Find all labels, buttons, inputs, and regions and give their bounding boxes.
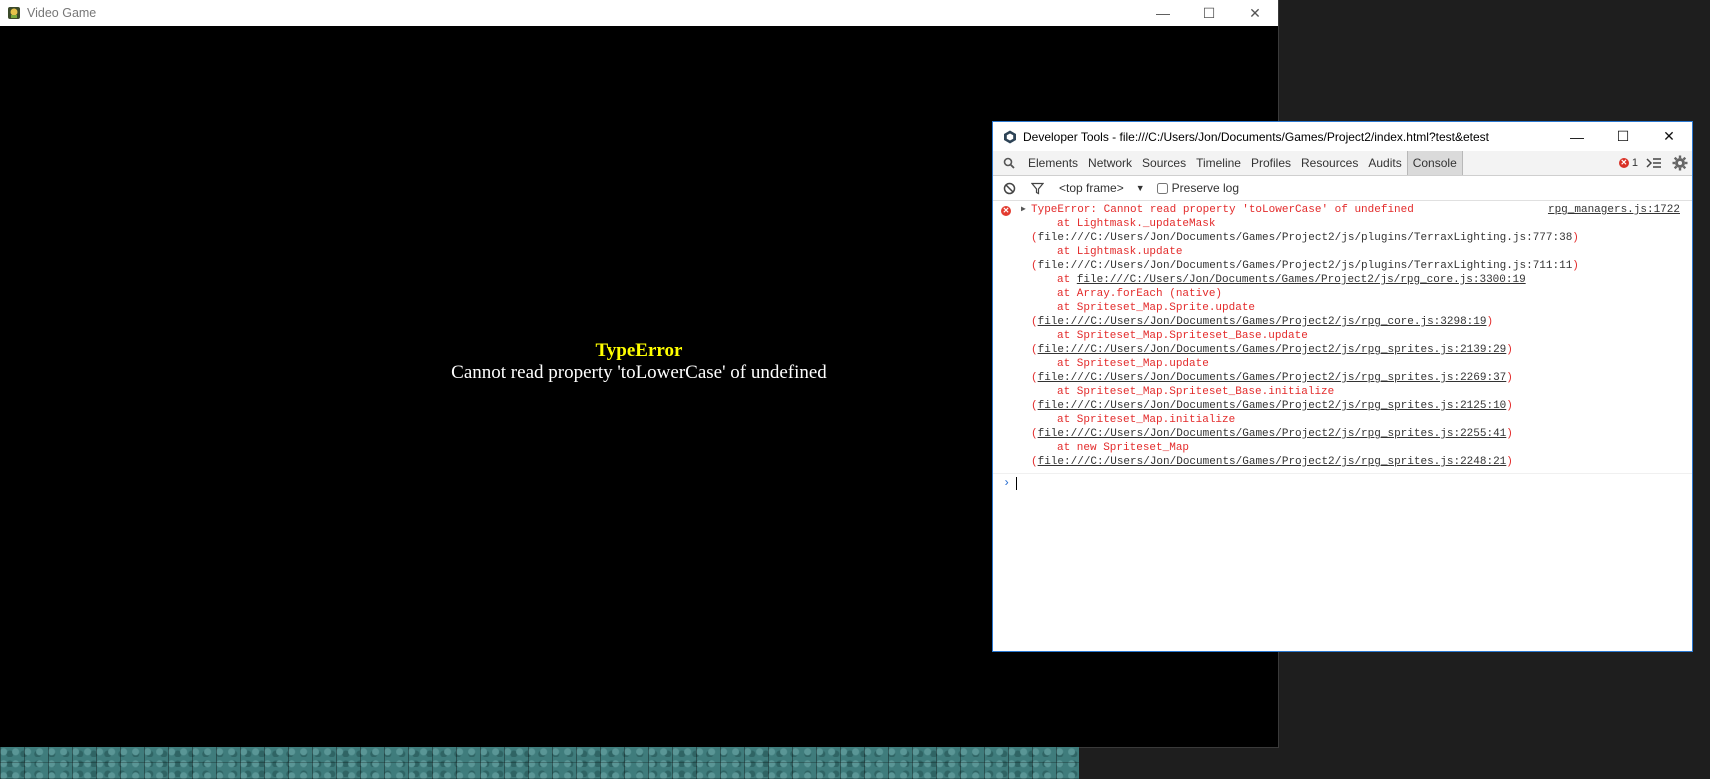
stack-frame-call: at Spriteset_Map.update	[1057, 358, 1209, 370]
devtools-window: Developer Tools - file:///C:/Users/Jon/D…	[992, 121, 1693, 652]
error-count-badge[interactable]: ✕ 1	[1618, 157, 1638, 169]
gear-icon[interactable]	[1672, 155, 1688, 171]
console-output[interactable]: ✕ ▶ TypeError: Cannot read property 'toL…	[993, 201, 1692, 490]
preserve-log-option[interactable]: Preserve log	[1156, 181, 1240, 195]
tab-profiles[interactable]: Profiles	[1246, 151, 1296, 175]
console-drawer-icon[interactable]	[1646, 157, 1662, 169]
stack-frame-call: at	[1057, 274, 1077, 286]
devtools-maximize-button[interactable]: ☐	[1600, 122, 1646, 151]
stack-frame: at Lightmask._updateMask	[1031, 217, 1680, 231]
error-icon: ✕	[1618, 158, 1629, 168]
devtools-title: Developer Tools - file:///C:/Users/Jon/D…	[1023, 129, 1489, 144]
stack-frame: at Spriteset_Map.initialize	[1031, 413, 1680, 427]
stack-frame: at Array.forEach (native)	[1031, 287, 1680, 301]
devtools-minimize-button[interactable]: —	[1554, 122, 1600, 151]
tab-network[interactable]: Network	[1083, 151, 1137, 175]
game-app-icon	[7, 6, 21, 20]
tab-timeline[interactable]: Timeline	[1191, 151, 1246, 175]
tab-audits[interactable]: Audits	[1363, 151, 1406, 175]
stack-frame-call: at Array.forEach (native)	[1057, 288, 1223, 300]
search-icon[interactable]	[1001, 157, 1017, 169]
stack-frame: at file:///C:/Users/Jon/Documents/Games/…	[1031, 273, 1680, 287]
stack-trace: at Lightmask._updateMask (file:///C:/User…	[1031, 217, 1680, 469]
stack-frame-path[interactable]: file:///C:/Users/Jon/Documents/Games/Pro…	[1038, 316, 1487, 328]
console-error-message[interactable]: ✕ ▶ TypeError: Cannot read property 'toL…	[993, 201, 1692, 474]
chevron-down-icon[interactable]: ▼	[1136, 183, 1145, 193]
close-button[interactable]: ✕	[1232, 0, 1278, 26]
stack-frame-location: (file:///C:/Users/Jon/Documents/Games/Pr…	[1031, 428, 1513, 440]
stack-frame-path: file:///C:/Users/Jon/Documents/Games/Pro…	[1037, 232, 1573, 244]
devtools-close-button[interactable]: ✕	[1646, 122, 1692, 151]
stack-frame-path[interactable]: file:///C:/Users/Jon/Documents/Games/Pro…	[1038, 400, 1507, 412]
stack-frame-call: at Lightmask.update	[1057, 246, 1183, 258]
stack-frame-location: (file:///C:/Users/Jon/Documents/Games/Pr…	[1031, 344, 1513, 356]
clear-console-icon[interactable]	[1001, 182, 1017, 195]
stack-frame-path: file:///C:/Users/Jon/Documents/Games/Pro…	[1037, 260, 1573, 272]
tab-elements[interactable]: Elements	[1023, 151, 1083, 175]
background-tiles	[0, 747, 1079, 779]
stack-frame-location: (file:///C:/Users/Jon/Documents/Games/Pr…	[1031, 232, 1579, 244]
error-source-link[interactable]: rpg_managers.js:1722	[1548, 203, 1680, 217]
tab-sources[interactable]: Sources	[1137, 151, 1191, 175]
error-icon: ✕	[1001, 206, 1011, 216]
stack-frame-call: at Spriteset_Map.Sprite.update	[1057, 302, 1256, 314]
stack-frame-call: at Spriteset_Map.Spriteset_Base.initiali…	[1057, 386, 1335, 398]
devtools-app-icon	[1003, 130, 1017, 144]
text-caret	[1016, 476, 1018, 490]
devtools-tabbar: Elements Network Sources Timeline Profil…	[993, 151, 1692, 176]
error-head: TypeError: Cannot read property 'toLower…	[1031, 204, 1414, 216]
stack-frame-call: at Lightmask._updateMask	[1057, 218, 1216, 230]
frame-selector[interactable]: <top frame>	[1059, 181, 1124, 195]
prompt-chevron-icon: ›	[1003, 476, 1011, 490]
game-titlebar[interactable]: Video Game — ☐ ✕	[0, 0, 1278, 26]
stack-frame-location: (file:///C:/Users/Jon/Documents/Games/Pr…	[1031, 400, 1513, 412]
stack-frame: at Spriteset_Map.Spriteset_Base.initiali…	[1031, 385, 1680, 399]
devtools-titlebar[interactable]: Developer Tools - file:///C:/Users/Jon/D…	[993, 122, 1692, 151]
console-toolbar: <top frame> ▼ Preserve log	[993, 176, 1692, 201]
stack-frame-call: at Spriteset_Map.Spriteset_Base.update	[1057, 330, 1308, 342]
stack-frame-path[interactable]: file:///C:/Users/Jon/Documents/Games/Pro…	[1038, 456, 1507, 468]
stack-frame-path[interactable]: file:///C:/Users/Jon/Documents/Games/Pro…	[1038, 428, 1507, 440]
stack-frame: at new Spriteset_Map	[1031, 441, 1680, 455]
stack-frame: at Spriteset_Map.Spriteset_Base.update	[1031, 329, 1680, 343]
console-prompt[interactable]: ›	[993, 474, 1692, 490]
game-window-title: Video Game	[27, 6, 97, 20]
stack-frame-location: (file:///C:/Users/Jon/Documents/Games/Pr…	[1031, 260, 1579, 272]
error-count: 1	[1631, 157, 1638, 169]
stack-frame-call: at new Spriteset_Map	[1057, 442, 1190, 454]
stack-frame: at Lightmask.update	[1031, 245, 1680, 259]
maximize-button[interactable]: ☐	[1186, 0, 1232, 26]
stack-frame-link[interactable]: file:///C:/Users/Jon/Documents/Games/Pro…	[1077, 274, 1526, 286]
stack-frame-location: (file:///C:/Users/Jon/Documents/Games/Pr…	[1031, 372, 1513, 384]
stack-frame: at Spriteset_Map.Sprite.update	[1031, 301, 1680, 315]
filter-icon[interactable]	[1029, 182, 1045, 195]
expand-triangle-icon[interactable]: ▶	[1021, 203, 1026, 217]
stack-frame: at Spriteset_Map.update	[1031, 357, 1680, 371]
stack-frame-call: at Spriteset_Map.initialize	[1057, 414, 1236, 426]
stack-frame-location: (file:///C:/Users/Jon/Documents/Games/Pr…	[1031, 456, 1513, 468]
tab-console[interactable]: Console	[1406, 151, 1463, 175]
minimize-button[interactable]: —	[1140, 0, 1186, 26]
preserve-log-checkbox[interactable]	[1156, 182, 1168, 194]
stack-frame-path[interactable]: file:///C:/Users/Jon/Documents/Games/Pro…	[1038, 372, 1507, 384]
tab-resources[interactable]: Resources	[1296, 151, 1363, 175]
stack-frame-path[interactable]: file:///C:/Users/Jon/Documents/Games/Pro…	[1038, 344, 1507, 356]
stack-frame-location: (file:///C:/Users/Jon/Documents/Games/Pr…	[1031, 316, 1494, 328]
preserve-log-label: Preserve log	[1171, 181, 1240, 195]
